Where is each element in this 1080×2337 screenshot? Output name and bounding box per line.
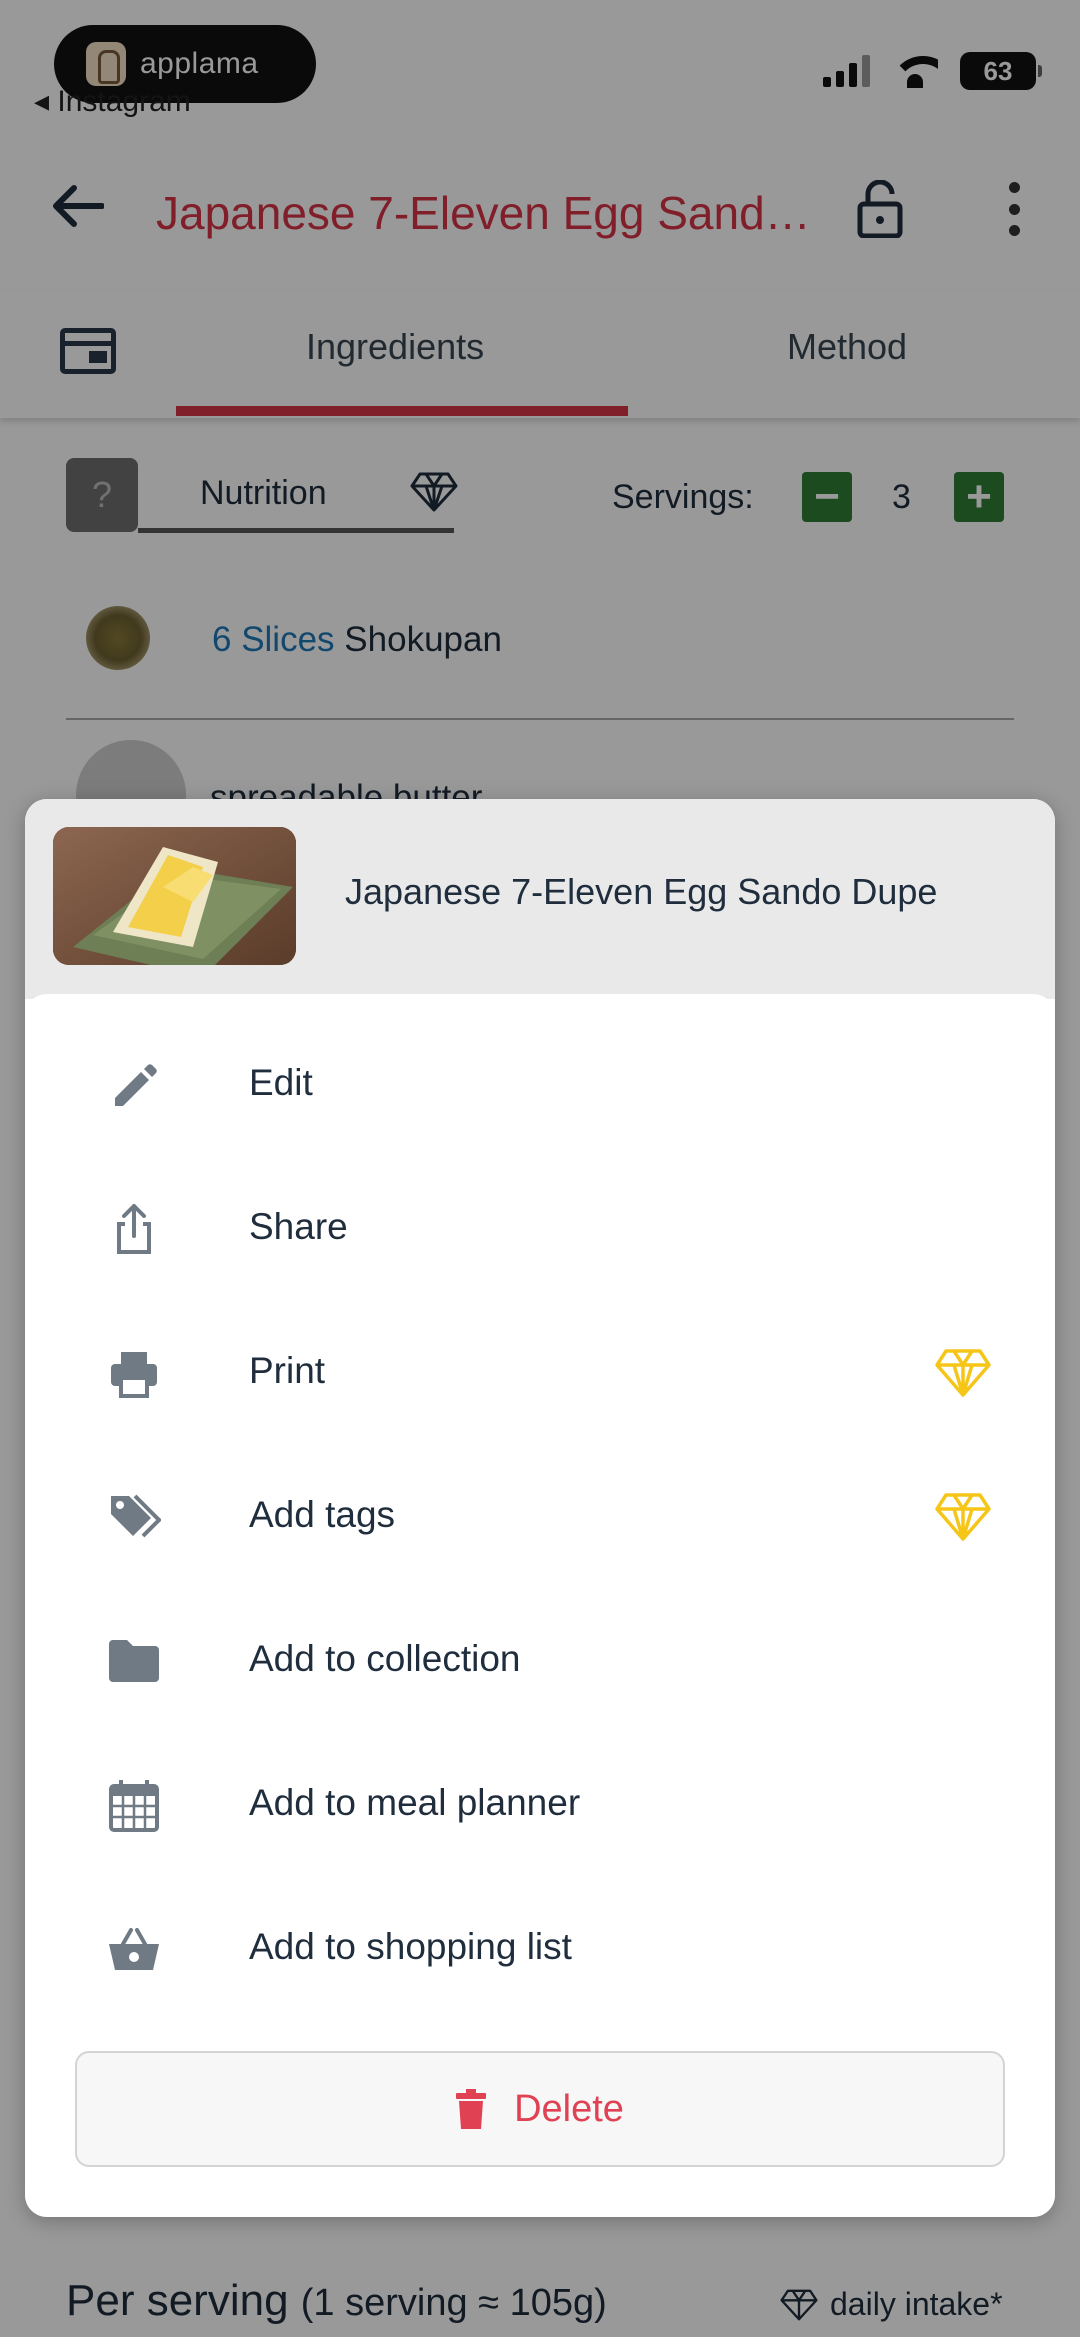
- sheet-menu: Edit Share Print Add tags Add to collect…: [25, 994, 1055, 2217]
- menu-item-add-to-collection[interactable]: Add to collection: [25, 1588, 1055, 1732]
- printer-icon: [111, 1352, 157, 1398]
- delete-button[interactable]: Delete: [75, 2051, 1005, 2167]
- premium-diamond-icon: [935, 1493, 991, 1541]
- premium-diamond-icon: [935, 1349, 991, 1397]
- tags-icon: [111, 1494, 161, 1538]
- menu-item-label: Add to meal planner: [249, 1782, 581, 1823]
- menu-item-add-to-shopping-list[interactable]: Add to shopping list: [25, 1876, 1055, 2020]
- calendar-icon: [109, 1780, 159, 1832]
- sheet-recipe-title: Japanese 7-Eleven Egg Sando Dupe: [345, 871, 938, 912]
- sheet-header: Japanese 7-Eleven Egg Sando Dupe: [25, 799, 1055, 999]
- folder-icon: [109, 1640, 159, 1682]
- menu-item-edit[interactable]: Edit: [25, 1012, 1055, 1156]
- menu-item-label: Print: [249, 1350, 326, 1391]
- menu-item-label: Add to collection: [249, 1638, 521, 1679]
- menu-item-label: Edit: [249, 1062, 313, 1103]
- trash-icon: [456, 2089, 487, 2129]
- recipe-action-sheet: Japanese 7-Eleven Egg Sando Dupe Edit Sh…: [25, 799, 1055, 2217]
- menu-item-share[interactable]: Share: [25, 1156, 1055, 1300]
- menu-item-label: Add tags: [249, 1494, 396, 1535]
- menu-item-print[interactable]: Print: [25, 1300, 1055, 1444]
- egg-sando-image: [53, 827, 296, 965]
- menu-item-add-tags[interactable]: Add tags: [25, 1444, 1055, 1588]
- menu-item-label: Share: [249, 1206, 348, 1247]
- menu-item-add-to-meal-planner[interactable]: Add to meal planner: [25, 1732, 1055, 1876]
- recipe-thumbnail: [53, 827, 296, 965]
- pencil-icon: [115, 1064, 157, 1106]
- menu-item-label: Add to shopping list: [249, 1926, 572, 1967]
- share-icon: [117, 1204, 151, 1254]
- basket-icon: [109, 1928, 159, 1970]
- delete-label: Delete: [514, 2087, 624, 2130]
